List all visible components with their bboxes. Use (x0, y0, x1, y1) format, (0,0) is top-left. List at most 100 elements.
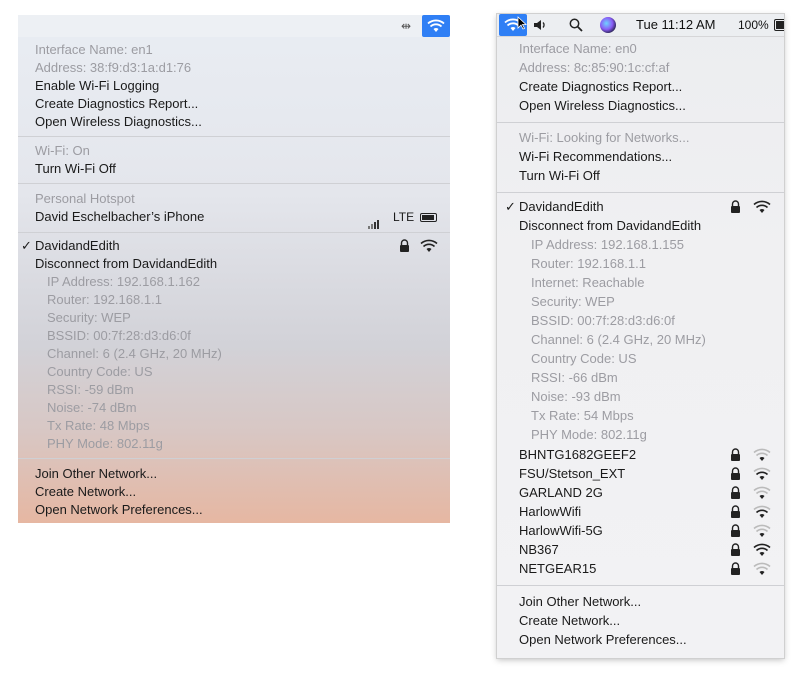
wifi-icon (427, 19, 445, 32)
join-other-network-item[interactable]: Join Other Network... (497, 593, 784, 611)
cellular-bars-icon (368, 211, 380, 229)
hotspot-device-item[interactable]: David Eschelbacher’s iPhone LTE (18, 208, 450, 229)
wifi-icon (753, 543, 771, 556)
network-item[interactable]: FSU/Stetson_EXT (497, 465, 784, 483)
wifi-icon (753, 467, 771, 480)
wifi-icon (753, 562, 771, 575)
open-network-preferences-item[interactable]: Open Network Preferences... (497, 631, 784, 649)
detail-tx-rate: Tx Rate: 48 Mbps (47, 418, 150, 433)
wifi-icon (753, 200, 771, 213)
separator (18, 458, 450, 459)
lock-icon (731, 467, 740, 480)
lock-icon (731, 562, 740, 575)
create-report-item[interactable]: Create Diagnostics Report... (497, 78, 784, 96)
battery-icon[interactable] (774, 19, 784, 31)
connected-network-item[interactable]: ✓ DavidandEdith (497, 198, 784, 216)
detail-security: Security: WEP (47, 310, 131, 325)
mac-address: Address: 38:f9:d3:1a:d1:76 (35, 60, 192, 75)
open-network-preferences-item[interactable]: Open Network Preferences... (18, 501, 450, 519)
network-name: NETGEAR15 (519, 561, 597, 576)
lock-icon (731, 505, 740, 518)
lock-icon (731, 486, 740, 499)
menu-bar: Tue 11:12 AM 100% (497, 14, 784, 37)
detail-noise: Noise: -74 dBm (47, 400, 137, 415)
wifi-icon (753, 448, 771, 461)
detail-router: Router: 192.168.1.1 (531, 256, 646, 271)
network-item[interactable]: NB367 (497, 541, 784, 559)
network-item[interactable]: HarlowWifi (497, 503, 784, 521)
detail-security: Security: WEP (531, 294, 615, 309)
checkmark-icon: ✓ (505, 199, 516, 214)
wifi-icon (753, 486, 771, 499)
connected-network-label: DavidandEdith (519, 199, 604, 214)
network-name: HarlowWifi (519, 504, 582, 519)
menubar-clock[interactable]: Tue 11:12 AM (636, 14, 716, 36)
network-item[interactable]: NETGEAR15 (497, 560, 784, 578)
lock-icon (731, 200, 740, 213)
lock-icon (731, 543, 740, 556)
detail-router: Router: 192.168.1.1 (47, 292, 162, 307)
bluetooth-icon[interactable]: ⇹ (401, 19, 411, 33)
separator (18, 232, 450, 233)
detail-tx-rate: Tx Rate: 54 Mbps (531, 408, 634, 423)
menubar-battery-percent[interactable]: 100% (738, 14, 769, 36)
separator (18, 136, 450, 137)
open-diagnostics-item[interactable]: Open Wireless Diagnostics... (497, 97, 784, 115)
mouse-pointer-icon (517, 16, 527, 30)
detail-ip-address: IP Address: 192.168.1.162 (47, 274, 200, 289)
detail-phy-mode: PHY Mode: 802.11g (531, 427, 647, 442)
detail-ip-address: IP Address: 192.168.1.155 (531, 237, 684, 252)
checkmark-icon: ✓ (21, 238, 32, 253)
lock-icon (731, 524, 740, 537)
wifi-menubar-icon[interactable] (422, 15, 450, 37)
menu-bar-strip: ⇹ (18, 15, 450, 37)
volume-icon[interactable] (533, 19, 547, 31)
left-wifi-menu: ⇹ Interface Name: en1 Address: 38:f9:d3:… (18, 15, 450, 523)
detail-internet: Internet: Reachable (531, 275, 645, 290)
interface-name: Interface Name: en0 (519, 41, 637, 56)
search-icon[interactable] (569, 18, 583, 32)
connected-network-item[interactable]: ✓ DavidandEdith (18, 237, 450, 255)
create-network-item[interactable]: Create Network... (497, 612, 784, 630)
create-network-item[interactable]: Create Network... (18, 483, 450, 501)
connected-network-label: DavidandEdith (35, 238, 120, 253)
separator (497, 122, 784, 123)
wifi-status: Wi-Fi: On (35, 143, 90, 158)
detail-bssid: BSSID: 00:7f:28:d3:d6:0f (531, 313, 675, 328)
network-item[interactable]: GARLAND 2G (497, 484, 784, 502)
network-name: GARLAND 2G (519, 485, 603, 500)
separator (497, 585, 784, 586)
join-other-network-item[interactable]: Join Other Network... (18, 465, 450, 483)
disconnect-item[interactable]: Disconnect from DavidandEdith (497, 217, 784, 235)
wifi-status: Wi-Fi: Looking for Networks... (519, 130, 690, 145)
turn-wifi-off-item[interactable]: Turn Wi-Fi Off (497, 167, 784, 185)
network-name: FSU/Stetson_EXT (519, 466, 626, 481)
wifi-icon (753, 524, 771, 537)
detail-noise: Noise: -93 dBm (531, 389, 621, 404)
wifi-icon (753, 505, 771, 518)
mac-address: Address: 8c:85:90:1c:cf:af (519, 60, 670, 75)
lock-icon (400, 239, 409, 252)
detail-bssid: BSSID: 00:7f:28:d3:d6:0f (47, 328, 191, 343)
turn-wifi-off-item[interactable]: Turn Wi-Fi Off (18, 160, 450, 178)
disconnect-item[interactable]: Disconnect from DavidandEdith (18, 255, 450, 273)
siri-icon[interactable] (600, 17, 616, 33)
wifi-icon (420, 239, 438, 252)
interface-name: Interface Name: en1 (35, 42, 153, 57)
network-type-label: LTE (393, 210, 415, 224)
network-item[interactable]: HarlowWifi-5G (497, 522, 784, 540)
detail-channel: Channel: 6 (2.4 GHz, 20 MHz) (531, 332, 706, 347)
detail-rssi: RSSI: -66 dBm (531, 370, 618, 385)
network-item[interactable]: BHNTG1682GEEF2 (497, 446, 784, 464)
hotspot-header: Personal Hotspot (35, 191, 135, 206)
wifi-recommendations-item[interactable]: Wi-Fi Recommendations... (497, 148, 784, 166)
detail-channel: Channel: 6 (2.4 GHz, 20 MHz) (47, 346, 222, 361)
detail-country-code: Country Code: US (47, 364, 153, 379)
network-name: NB367 (519, 542, 559, 557)
create-report-item[interactable]: Create Diagnostics Report... (18, 95, 450, 113)
enable-logging-item[interactable]: Enable Wi-Fi Logging (18, 77, 450, 95)
detail-country-code: Country Code: US (531, 351, 637, 366)
open-diagnostics-item[interactable]: Open Wireless Diagnostics... (18, 113, 450, 131)
battery-icon (420, 213, 437, 222)
detail-phy-mode: PHY Mode: 802.11g (47, 436, 163, 451)
